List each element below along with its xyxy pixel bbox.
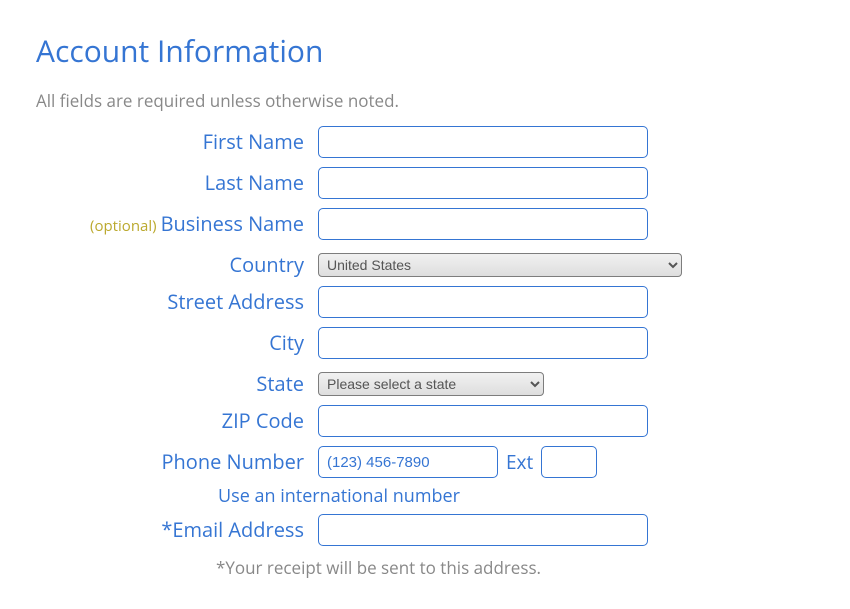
label-email-address: *Email Address bbox=[161, 516, 304, 543]
business-name-field[interactable] bbox=[318, 208, 648, 240]
label-city: City bbox=[269, 329, 304, 356]
row-intl-link: Use an international number bbox=[36, 484, 814, 508]
label-last-name: Last Name bbox=[205, 169, 304, 196]
last-name-field[interactable] bbox=[318, 167, 648, 199]
form-instruction: All fields are required unless otherwise… bbox=[36, 89, 814, 112]
label-country: Country bbox=[230, 251, 304, 278]
label-zip-code: ZIP Code bbox=[222, 407, 304, 434]
row-zip-code: ZIP Code bbox=[36, 401, 814, 441]
email-address-field[interactable] bbox=[318, 514, 648, 546]
label-state: State bbox=[256, 370, 304, 397]
label-business-name: Business Name bbox=[161, 210, 304, 237]
international-number-link[interactable]: Use an international number bbox=[218, 484, 460, 508]
country-select[interactable]: United States bbox=[318, 253, 682, 277]
row-country: Country United States bbox=[36, 245, 814, 285]
city-field[interactable] bbox=[318, 327, 648, 359]
row-phone-number: Phone Number Ext bbox=[36, 442, 814, 482]
row-state: State Please select a state bbox=[36, 364, 814, 404]
optional-tag: (optional) bbox=[90, 216, 157, 236]
label-first-name: First Name bbox=[203, 128, 304, 155]
zip-code-field[interactable] bbox=[318, 405, 648, 437]
phone-number-field[interactable] bbox=[318, 446, 498, 478]
first-name-field[interactable] bbox=[318, 126, 648, 158]
label-street-address: Street Address bbox=[167, 288, 304, 315]
ext-field[interactable] bbox=[541, 446, 597, 478]
page-title: Account Information bbox=[36, 30, 814, 71]
row-last-name: Last Name bbox=[36, 163, 814, 203]
row-city: City bbox=[36, 323, 814, 363]
row-street-address: Street Address bbox=[36, 282, 814, 322]
label-phone-number: Phone Number bbox=[162, 448, 305, 475]
street-address-field[interactable] bbox=[318, 286, 648, 318]
state-select[interactable]: Please select a state bbox=[318, 372, 544, 396]
row-business-name: (optional)Business Name bbox=[36, 204, 814, 244]
label-ext: Ext bbox=[506, 449, 533, 475]
row-first-name: First Name bbox=[36, 122, 814, 162]
row-email-address: *Email Address bbox=[36, 510, 814, 550]
